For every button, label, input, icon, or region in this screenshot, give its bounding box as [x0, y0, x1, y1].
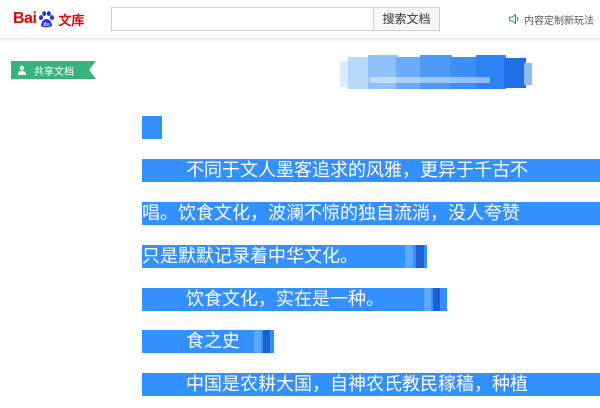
- selection-end-marker: [433, 288, 440, 311]
- paragraph-line: 食之史: [186, 331, 240, 352]
- paragraph-line: 唱。饮食文化，波澜不惊的独自流淌，没人夸赞: [142, 203, 520, 224]
- paragraph-line: 饮食文化，实在是一种。: [186, 289, 384, 310]
- selection-end-marker: [416, 245, 424, 268]
- paragraph-line: 只是默默记录着中华文化。: [142, 246, 358, 267]
- paragraph-line: 不同于文人墨客追求的风雅，更异于千古不: [186, 160, 528, 181]
- selection-end-marker: [405, 245, 413, 268]
- selection-block: [142, 116, 162, 139]
- selection-end-marker: [263, 330, 270, 353]
- selection-end-marker: [424, 288, 431, 311]
- paragraph-line: 中国是农耕大国，自神农氏教民稼穑，种植: [186, 374, 528, 395]
- selection-end-marker: [254, 330, 261, 353]
- document-body[interactable]: 不同于文人墨客追求的风雅，更异于千古不 唱。饮食文化，波澜不惊的独自流淌，没人夸…: [0, 0, 600, 408]
